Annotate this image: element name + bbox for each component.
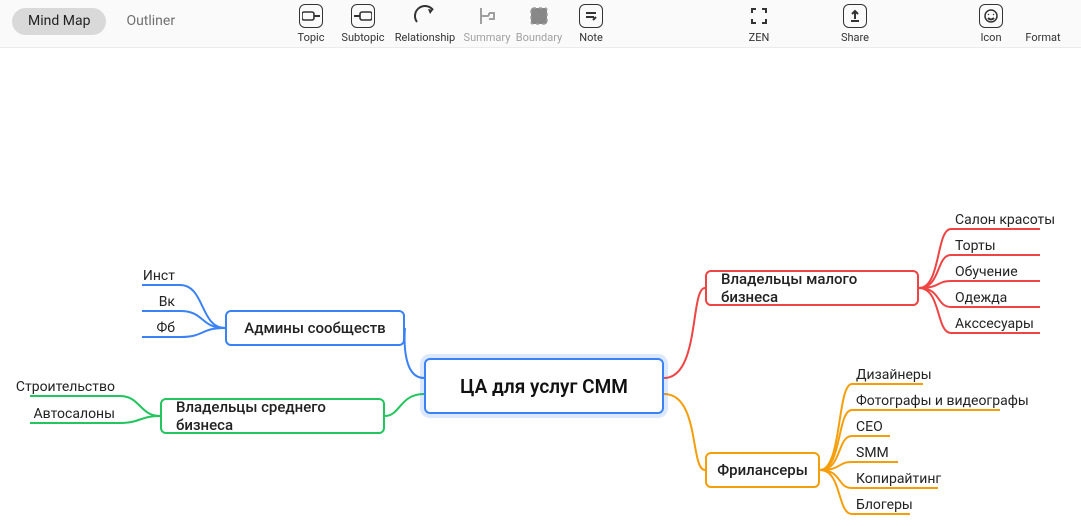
mindmap-canvas[interactable]: ЦА для услуг СММ Админы сообществ Владел… <box>0 48 1081 526</box>
tool-label: Share <box>841 31 869 44</box>
smile-icon <box>979 4 1003 28</box>
leaf[interactable]: Строительство <box>16 379 115 395</box>
leaf[interactable]: Вк <box>159 294 175 310</box>
tool-subtopic[interactable]: Subtopic <box>337 0 389 44</box>
leaf[interactable]: Одежда <box>955 290 1007 306</box>
tool-label: Subtopic <box>341 31 384 44</box>
node-admins[interactable]: Админы сообществ <box>225 310 405 346</box>
leaf[interactable]: Обучение <box>955 264 1018 280</box>
tool-label: Icon <box>980 31 1001 44</box>
relationship-icon <box>413 4 437 28</box>
leaf[interactable]: Фб <box>156 320 175 336</box>
tool-share[interactable]: Share <box>829 0 881 44</box>
leaf[interactable]: Блогеры <box>856 497 913 513</box>
tool-summary: Summary <box>461 0 513 44</box>
boundary-icon <box>527 4 551 28</box>
node-small-business[interactable]: Владельцы малого бизнеса <box>705 270 919 306</box>
tool-note[interactable]: Note <box>565 0 617 44</box>
tool-topic[interactable]: Topic <box>285 0 337 44</box>
view-tabs: Mind Map Outliner <box>12 8 191 35</box>
tool-zen[interactable]: ZEN <box>733 0 785 44</box>
leaf[interactable]: Акссесуары <box>955 316 1034 332</box>
tool-group-zen: ZEN Share <box>733 0 881 44</box>
tool-group-main: Topic Subtopic Relationship Summary Boun… <box>285 0 617 44</box>
tab-mind-map[interactable]: Mind Map <box>12 8 106 35</box>
tool-format[interactable]: Format <box>1017 0 1069 44</box>
tool-relationship[interactable]: Relationship <box>389 0 461 44</box>
tool-label: Relationship <box>395 31 455 44</box>
subtopic-icon <box>351 4 375 28</box>
leaf[interactable]: Инст <box>143 268 175 284</box>
tool-group-right: Icon Format <box>965 0 1069 44</box>
leaf[interactable]: Автосалоны <box>34 406 115 422</box>
leaf[interactable]: SMM <box>856 445 889 461</box>
share-icon <box>843 4 867 28</box>
tool-label: Boundary <box>516 31 562 44</box>
leaf[interactable]: Дизайнеры <box>856 367 932 383</box>
tool-label: Format <box>1025 31 1060 44</box>
tool-label: ZEN <box>749 31 770 44</box>
tool-boundary: Boundary <box>513 0 565 44</box>
topic-icon <box>299 4 323 28</box>
tool-label: Topic <box>298 31 325 44</box>
tab-outliner[interactable]: Outliner <box>110 8 191 35</box>
tool-icon[interactable]: Icon <box>965 0 1017 44</box>
tool-label: Summary <box>464 31 511 44</box>
zen-icon <box>747 4 771 28</box>
central-topic[interactable]: ЦА для услуг СММ <box>424 358 664 414</box>
summary-icon <box>475 4 499 28</box>
tool-label: Note <box>579 31 603 44</box>
leaf[interactable]: Торты <box>955 238 996 254</box>
node-mid-business[interactable]: Владельцы среднего бизнеса <box>160 398 385 434</box>
leaf[interactable]: CEO <box>856 419 883 435</box>
leaf[interactable]: Салон красоты <box>955 212 1055 228</box>
note-icon <box>579 4 603 28</box>
toolbar: Mind Map Outliner Topic Subtopic Relatio… <box>0 0 1081 48</box>
node-freelancers[interactable]: Фрилансеры <box>705 452 820 488</box>
leaf[interactable]: Копирайтинг <box>856 471 941 487</box>
leaf[interactable]: Фотографы и видеографы <box>856 393 1029 409</box>
format-icon <box>1031 4 1055 28</box>
